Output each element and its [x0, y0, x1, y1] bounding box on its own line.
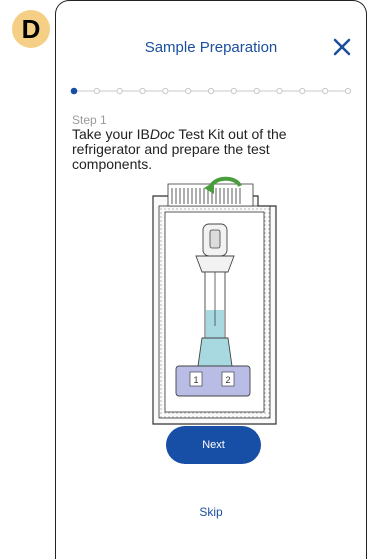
figure-badge: D [12, 10, 50, 48]
progress-dot [162, 87, 169, 95]
skip-link[interactable]: Skip [56, 505, 366, 519]
progress-dot [344, 87, 352, 95]
progress-dot [116, 87, 123, 95]
test-kit-illustration: 1 2 [152, 176, 277, 425]
progress-dot [276, 87, 283, 95]
progress-dot [139, 87, 146, 95]
progress-dot [207, 87, 215, 95]
progress-dot [253, 87, 260, 95]
close-icon[interactable] [330, 35, 354, 59]
next-button[interactable]: Next [166, 426, 261, 464]
progress-dot [230, 87, 237, 95]
page-title: Sample Preparation [144, 39, 278, 56]
progress-dot [93, 87, 100, 95]
step-progress-indicator [70, 87, 352, 95]
progress-dot [299, 87, 306, 95]
step-label: Step 1 [72, 113, 107, 127]
progress-dot [185, 87, 192, 95]
progress-dot-active [70, 87, 78, 95]
phone-screen: Sample Preparation Step 1 Take your IBDo… [55, 0, 367, 559]
cassette-label-2: 2 [225, 375, 230, 385]
cassette-label-1: 1 [193, 375, 198, 385]
badge-label: D [21, 13, 41, 44]
step-instruction: Take your IBDoc Test Kit out of the refr… [72, 126, 287, 172]
progress-dot [322, 87, 329, 95]
